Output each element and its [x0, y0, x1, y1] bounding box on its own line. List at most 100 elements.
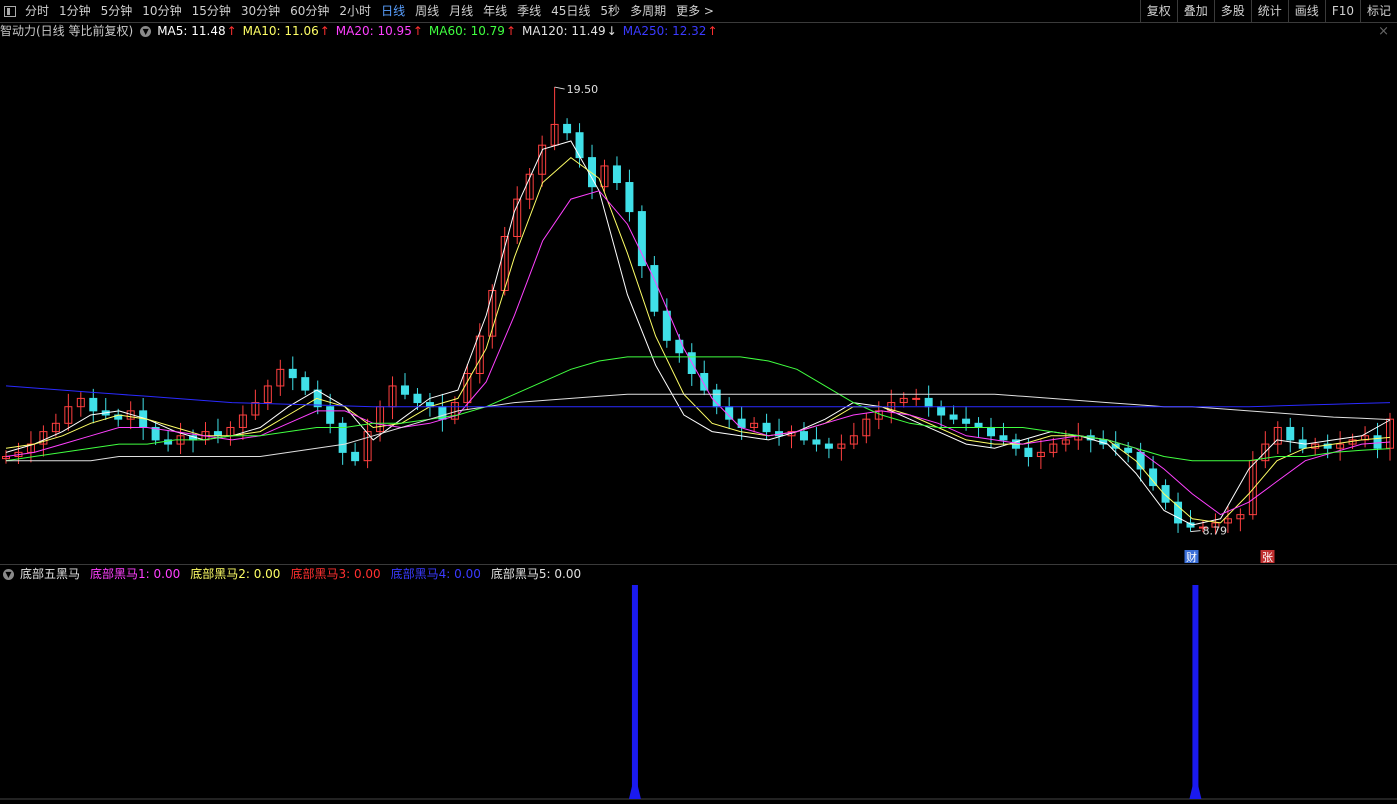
candle	[400, 373, 409, 400]
candle	[924, 385, 933, 417]
candle	[1011, 433, 1020, 456]
window-icon[interactable]	[4, 5, 16, 17]
sub-indicator-labels: 底部黑马1: 0.00 底部黑马2: 0.00 底部黑马3: 0.00 底部黑马4: …	[86, 565, 587, 583]
candle	[824, 437, 833, 459]
candle	[1273, 421, 1282, 455]
candle	[313, 380, 322, 415]
candle	[176, 422, 185, 455]
candle	[912, 388, 921, 406]
candle	[775, 418, 784, 446]
candle	[1086, 429, 1095, 453]
candle	[64, 393, 73, 431]
candle	[525, 168, 534, 210]
candle	[89, 388, 98, 424]
candlestick-chart[interactable]: 19.50 8.79 财 张	[0, 22, 1397, 564]
tab-period-12[interactable]: 季线	[512, 0, 546, 22]
candle	[226, 421, 235, 446]
tool-button-0[interactable]: 复权	[1139, 0, 1177, 22]
signal-chart[interactable]	[0, 584, 1397, 804]
candle	[151, 421, 160, 445]
event-badge-1[interactable]: 张	[1260, 550, 1275, 564]
sub-indicator-name: 底部五黑马	[20, 567, 81, 581]
candle	[949, 405, 958, 425]
candle	[612, 156, 621, 191]
candle	[1248, 451, 1257, 520]
candle	[351, 442, 360, 466]
collapse-chevron-icon[interactable]: ▼	[3, 568, 14, 580]
tool-button-5[interactable]: F10	[1324, 0, 1360, 22]
candle	[213, 418, 222, 444]
tab-period-16[interactable]: 更多 >	[671, 0, 719, 22]
candle	[862, 412, 871, 444]
candle	[338, 417, 347, 465]
candle	[1286, 417, 1295, 453]
ma-line-ma20	[5, 190, 1391, 516]
candle	[1049, 437, 1058, 458]
candle	[1036, 439, 1045, 469]
candle	[251, 389, 260, 420]
high-price-label: 19.50	[567, 83, 599, 96]
tab-period-13[interactable]: 45日线	[546, 0, 595, 22]
sub-label-0: 底部黑马1: 0.00	[90, 567, 181, 581]
tab-period-4[interactable]: 15分钟	[187, 0, 236, 22]
tool-button-6[interactable]: 标记	[1359, 0, 1397, 22]
tab-period-6[interactable]: 60分钟	[285, 0, 334, 22]
candle	[849, 422, 858, 450]
candle	[1174, 492, 1183, 533]
tab-period-8[interactable]: 日线	[376, 0, 410, 22]
event-badge-text: 财	[1186, 550, 1197, 564]
low-pointer	[1190, 530, 1201, 533]
sub-label-3: 底部黑马4: 0.00	[390, 567, 481, 581]
tab-period-9[interactable]: 周线	[410, 0, 444, 22]
tool-button-2[interactable]: 多股	[1213, 0, 1251, 22]
candle	[425, 393, 434, 417]
low-price-label: 8.79	[1203, 525, 1228, 538]
candle	[388, 376, 397, 420]
tab-period-10[interactable]: 月线	[444, 0, 478, 22]
candle	[288, 356, 297, 391]
candle	[438, 393, 447, 432]
high-pointer	[554, 86, 565, 90]
sub-indicator-row: ▼ 底部五黑马 底部黑马1: 0.00 底部黑马2: 0.00 底部黑马3: 0.0…	[0, 565, 593, 583]
candle	[513, 186, 522, 244]
candle	[737, 406, 746, 440]
candle	[101, 397, 110, 420]
tab-period-0[interactable]: 分时	[20, 0, 54, 22]
tab-period-2[interactable]: 5分钟	[96, 0, 138, 22]
tab-period-5[interactable]: 30分钟	[236, 0, 285, 22]
event-badge-0[interactable]: 财	[1184, 550, 1199, 564]
candle	[276, 359, 285, 396]
tab-period-7[interactable]: 2小时	[334, 0, 376, 22]
sub-label-2: 底部黑马3: 0.00	[290, 567, 381, 581]
period-tabs: 分时 1分钟 5分钟 10分钟 15分钟 30分钟 60分钟 2小时 日线 周线 月线 年线 季线 45日…	[2, 0, 719, 22]
candle	[1161, 479, 1170, 510]
tab-period-11[interactable]: 年线	[478, 0, 512, 22]
tab-period-1[interactable]: 1分钟	[54, 0, 96, 22]
signal-bar	[628, 585, 641, 799]
candle	[563, 118, 572, 141]
candle	[263, 379, 272, 411]
candle	[787, 425, 796, 449]
candle	[301, 371, 310, 396]
tab-period-14[interactable]: 5秒	[595, 0, 625, 22]
candle	[1236, 508, 1245, 532]
signal-bar	[1189, 585, 1202, 799]
ma-line-ma250	[5, 385, 1391, 408]
candle	[750, 417, 759, 433]
tab-period-15[interactable]: 多周期	[625, 0, 671, 22]
candle	[538, 135, 547, 187]
tab-period-3[interactable]: 10分钟	[137, 0, 186, 22]
candle	[687, 343, 696, 386]
ma-line-ma120	[6, 393, 1391, 462]
tool-button-4[interactable]: 画线	[1287, 0, 1325, 22]
candle	[550, 87, 559, 151]
tool-button-3[interactable]: 统计	[1250, 0, 1288, 22]
candle	[363, 418, 372, 469]
candle	[201, 422, 210, 445]
ma-line-ma10	[5, 156, 1391, 524]
tool-button-1[interactable]: 叠加	[1176, 0, 1214, 22]
period-toolbar: 分时 1分钟 5分钟 10分钟 15分钟 30分钟 60分钟 2小时 日线 周线 月线 年线 季线 45日…	[0, 0, 1397, 23]
candle	[637, 205, 646, 279]
event-badge-text: 张	[1262, 551, 1273, 564]
candle	[799, 422, 808, 445]
